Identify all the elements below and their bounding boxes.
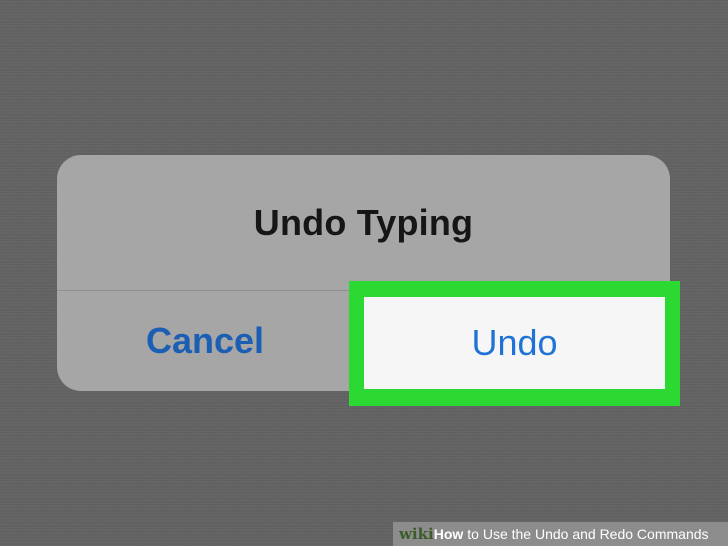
wikihow-logo-how: How [433,526,464,542]
watermark-title: to Use the Undo and Redo Commands [467,526,709,542]
wikihow-watermark: wiki How to Use the Undo and Redo Commands [393,522,728,546]
cancel-button[interactable]: Cancel [57,291,353,391]
undo-button[interactable]: Undo [364,297,665,389]
wikihow-logo-wiki: wiki [399,525,434,543]
alert-title: Undo Typing [253,202,474,243]
